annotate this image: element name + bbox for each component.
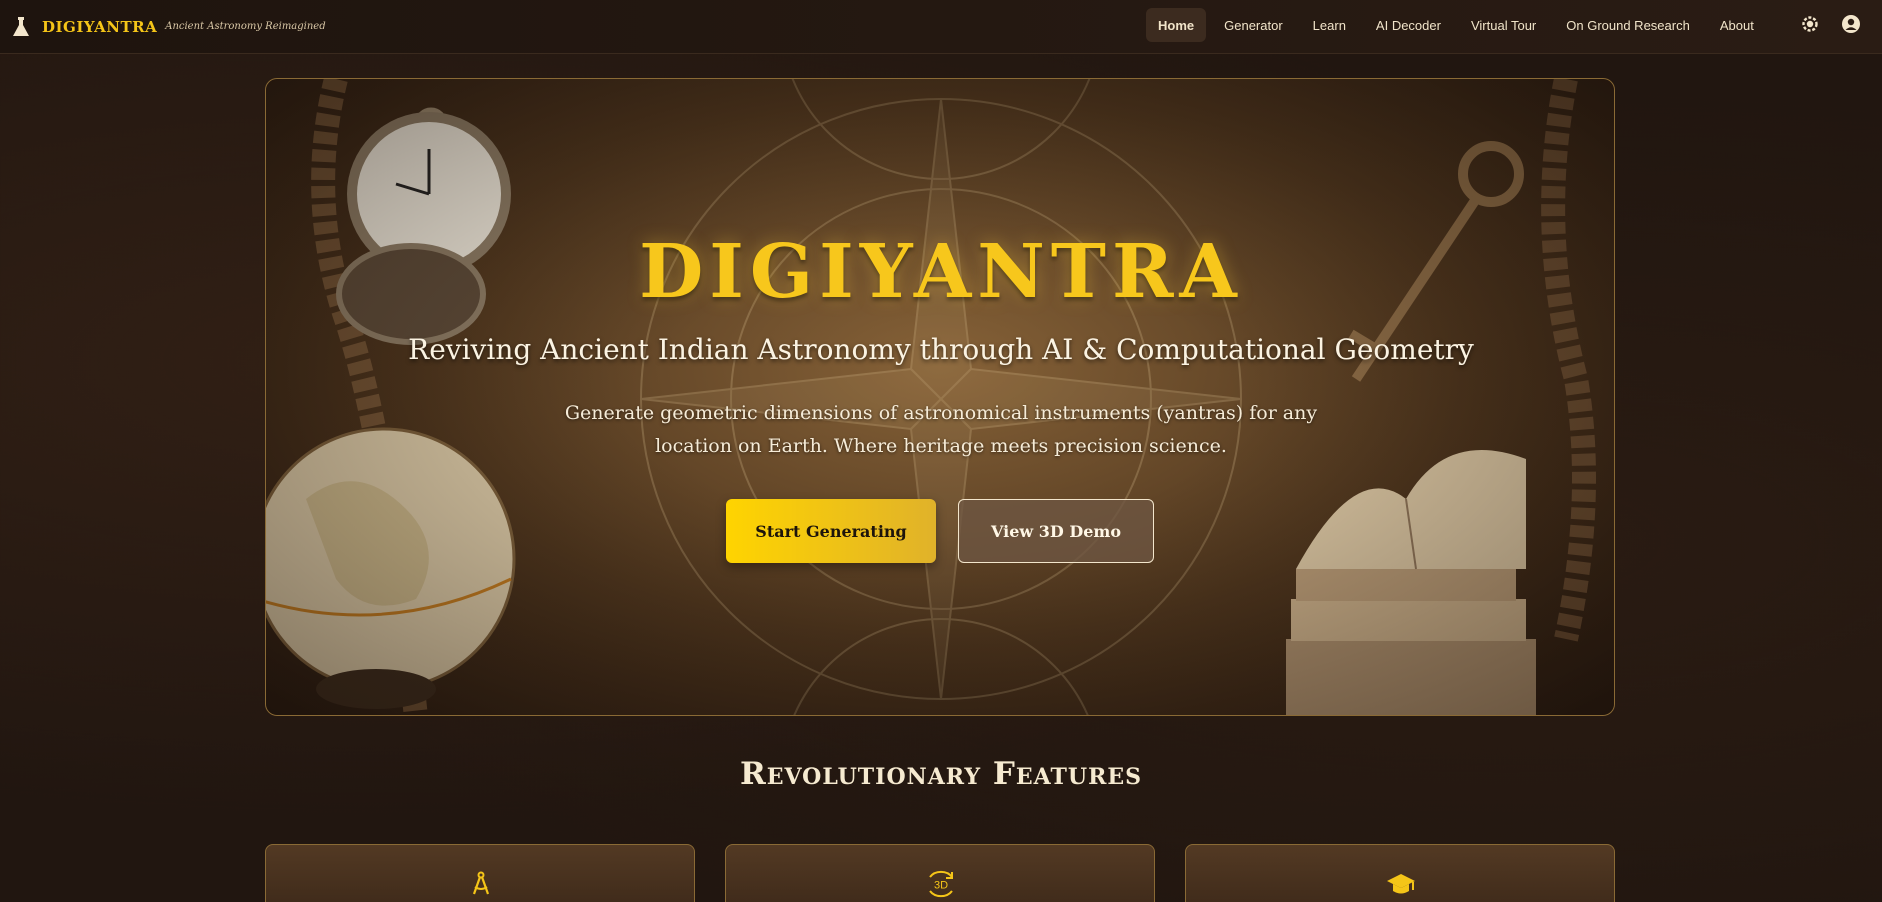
theme-toggle-icon[interactable] [1799, 13, 1821, 35]
rotate-3d-label: 3D [934, 880, 948, 892]
rotate-3d-icon: 3D [726, 869, 1156, 899]
nav-item-generator[interactable]: Generator [1212, 8, 1295, 42]
nav-item-ai-decoder[interactable]: AI Decoder [1364, 8, 1453, 42]
nav-item-virtual-tour[interactable]: Virtual Tour [1459, 8, 1548, 42]
feature-card[interactable]: 3D [725, 844, 1155, 902]
brand-tagline: Ancient Astronomy Reimagined [165, 21, 326, 32]
nav-item-learn[interactable]: Learn [1301, 8, 1358, 42]
hero-banner: DIGIYANTRA Reviving Ancient Indian Astro… [265, 78, 1615, 716]
nav-item-on-ground-research[interactable]: On Ground Research [1554, 8, 1702, 42]
feature-card[interactable] [265, 844, 695, 902]
nav-item-home[interactable]: Home [1146, 8, 1207, 42]
view-3d-demo-button[interactable]: View 3D Demo [958, 499, 1154, 563]
start-generating-button[interactable]: Start Generating [726, 499, 936, 563]
hero-title: DIGIYANTRA [639, 229, 1243, 315]
hero-subtitle: Reviving Ancient Indian Astronomy throug… [408, 333, 1474, 366]
flask-logo-icon [10, 15, 32, 39]
navbar: DIGIYANTRA Ancient Astronomy Reimagined … [0, 0, 1882, 54]
brand[interactable]: DIGIYANTRA Ancient Astronomy Reimagined [10, 15, 326, 39]
main-nav: Home Generator Learn AI Decoder Virtual … [1146, 8, 1772, 42]
graduation-cap-icon [1186, 869, 1616, 899]
nav-item-about[interactable]: About [1708, 8, 1766, 42]
user-account-icon[interactable] [1840, 13, 1862, 35]
hero-description: Generate geometric dimensions of astrono… [564, 402, 1318, 457]
drafting-compass-icon [266, 869, 696, 899]
feature-card[interactable] [1185, 844, 1615, 902]
brand-name: DIGIYANTRA [42, 17, 158, 36]
features-section-title: Revolutionary Features [739, 756, 1143, 792]
